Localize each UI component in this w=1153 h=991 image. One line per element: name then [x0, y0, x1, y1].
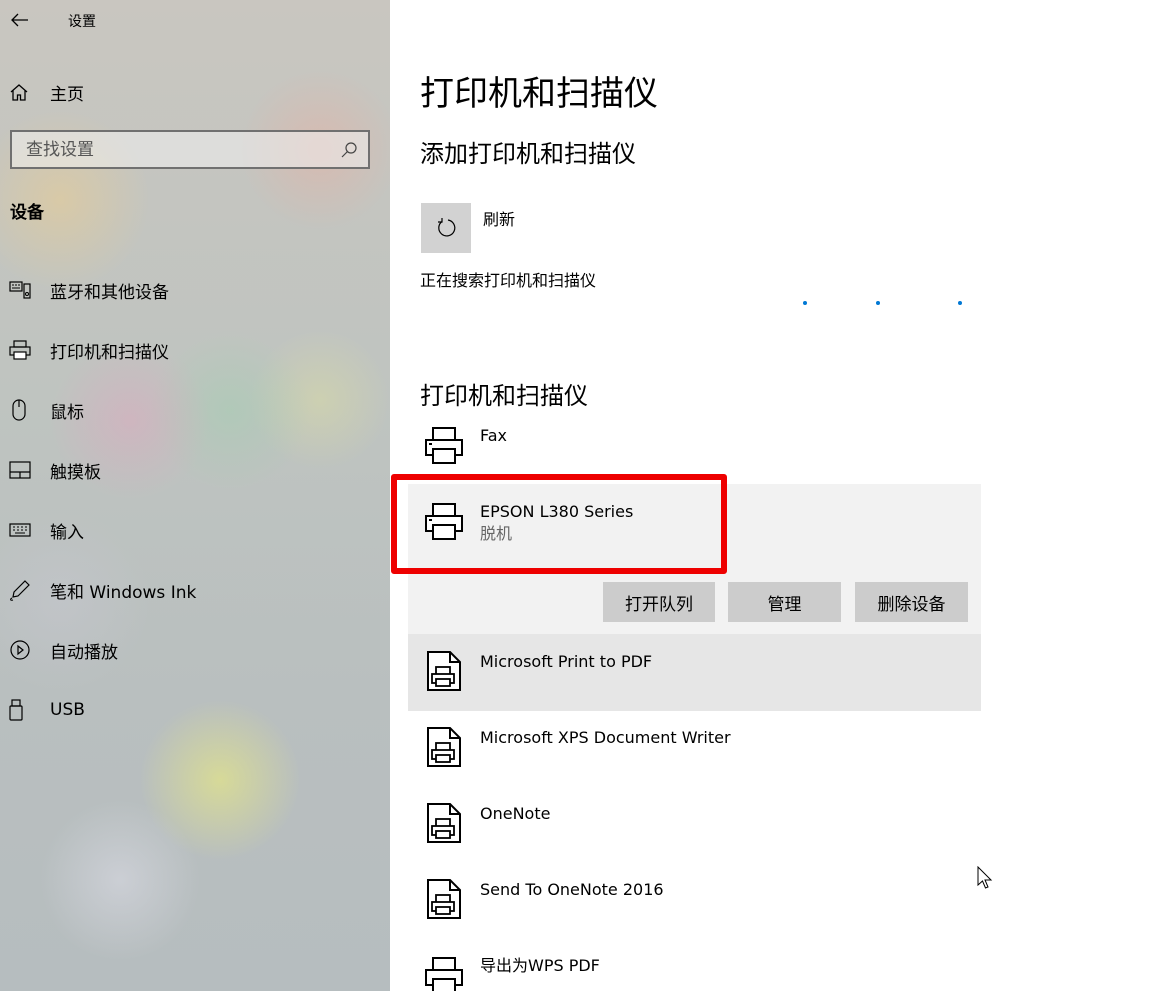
mouse-cursor-icon	[977, 866, 993, 889]
device-name: Microsoft XPS Document Writer	[480, 728, 731, 747]
device-name: EPSON L380 Series	[480, 502, 634, 521]
page-title: 打印机和扫描仪	[420, 74, 658, 114]
sidebar-item-label: 笔和 Windows Ink	[50, 582, 197, 603]
search-icon	[341, 142, 357, 158]
sidebar-item-typing[interactable]: 输入	[0, 500, 390, 560]
sidebar-item-label: 触摸板	[50, 462, 101, 483]
printer-icon	[9, 340, 31, 360]
bluetooth-devices-icon	[9, 281, 31, 299]
remove-device-button[interactable]: 删除设备	[855, 582, 968, 622]
device-name: 导出为WPS PDF	[480, 956, 600, 975]
sidebar-item-usb[interactable]: USB	[0, 680, 390, 740]
document-printer-icon	[427, 879, 461, 919]
sidebar-item-label: 输入	[50, 522, 84, 543]
device-item-fax[interactable]: Fax	[408, 420, 981, 480]
sidebar-item-pen[interactable]: 笔和 Windows Ink	[0, 560, 390, 620]
device-item-xps-writer[interactable]: Microsoft XPS Document Writer	[408, 722, 981, 782]
home-nav-item[interactable]: 主页	[0, 72, 390, 112]
keyboard-icon	[9, 523, 31, 537]
home-label: 主页	[50, 84, 84, 105]
printer-icon	[425, 957, 463, 991]
mouse-icon	[12, 399, 26, 421]
device-name: Fax	[480, 426, 508, 445]
refresh-button[interactable]	[421, 203, 471, 253]
sidebar-item-label: 鼠标	[50, 402, 84, 423]
section-heading: 设备	[10, 203, 44, 223]
progress-dot	[876, 301, 880, 305]
pen-icon	[10, 580, 30, 601]
device-item-send-to-onenote[interactable]: Send To OneNote 2016	[408, 874, 981, 934]
printer-icon	[425, 503, 463, 540]
back-arrow-icon	[11, 13, 28, 27]
printers-list-heading: 打印机和扫描仪	[420, 382, 588, 410]
device-name: Microsoft Print to PDF	[480, 652, 653, 671]
refresh-icon	[438, 218, 456, 237]
refresh-label[interactable]: 刷新	[483, 206, 515, 230]
nav-list: 蓝牙和其他设备 打印机和扫描仪 鼠标 触摸板 输入 笔和 Windows Ink…	[0, 260, 390, 740]
sidebar-item-label: USB	[50, 700, 85, 720]
device-item-epson[interactable]: EPSON L380 Series 脱机	[408, 496, 981, 556]
sidebar-item-mouse[interactable]: 鼠标	[0, 380, 390, 440]
document-printer-icon	[427, 803, 461, 843]
sidebar-item-autoplay[interactable]: 自动播放	[0, 620, 390, 680]
search-input[interactable]	[26, 139, 326, 160]
app-title: 设置	[68, 14, 96, 30]
sidebar-item-printers[interactable]: 打印机和扫描仪	[0, 320, 390, 380]
sidebar-item-label: 蓝牙和其他设备	[50, 282, 169, 303]
sidebar-item-touchpad[interactable]: 触摸板	[0, 440, 390, 500]
home-icon	[10, 84, 28, 101]
document-printer-icon	[427, 727, 461, 767]
device-name: Send To OneNote 2016	[480, 880, 664, 899]
manage-button[interactable]: 管理	[728, 582, 841, 622]
device-item-print-to-pdf[interactable]: Microsoft Print to PDF	[408, 646, 981, 706]
usb-icon	[9, 699, 23, 721]
searching-status: 正在搜索打印机和扫描仪	[420, 271, 597, 290]
autoplay-icon	[10, 640, 30, 660]
document-printer-icon	[427, 651, 461, 691]
sidebar-item-label: 打印机和扫描仪	[50, 342, 169, 363]
printer-icon	[425, 427, 463, 464]
progress-dot	[803, 301, 807, 305]
device-item-wps-pdf[interactable]: 导出为WPS PDF	[408, 950, 981, 991]
main-content: 打印机和扫描仪 添加打印机和扫描仪 刷新 正在搜索打印机和扫描仪 打印机和扫描仪…	[390, 0, 1153, 991]
add-printers-heading: 添加打印机和扫描仪	[420, 140, 636, 168]
sidebar: 设置 主页 设备 蓝牙和其他设备	[0, 0, 390, 991]
search-box[interactable]	[10, 130, 370, 169]
progress-dot	[958, 301, 962, 305]
touchpad-icon	[9, 461, 31, 479]
back-button[interactable]	[0, 0, 40, 40]
device-status: 脱机	[480, 524, 513, 543]
open-queue-button[interactable]: 打开队列	[603, 582, 715, 622]
device-name: OneNote	[480, 804, 551, 823]
sidebar-item-bluetooth[interactable]: 蓝牙和其他设备	[0, 260, 390, 320]
title-bar: 设置	[0, 0, 390, 40]
sidebar-item-label: 自动播放	[50, 642, 118, 663]
device-item-onenote[interactable]: OneNote	[408, 798, 981, 858]
